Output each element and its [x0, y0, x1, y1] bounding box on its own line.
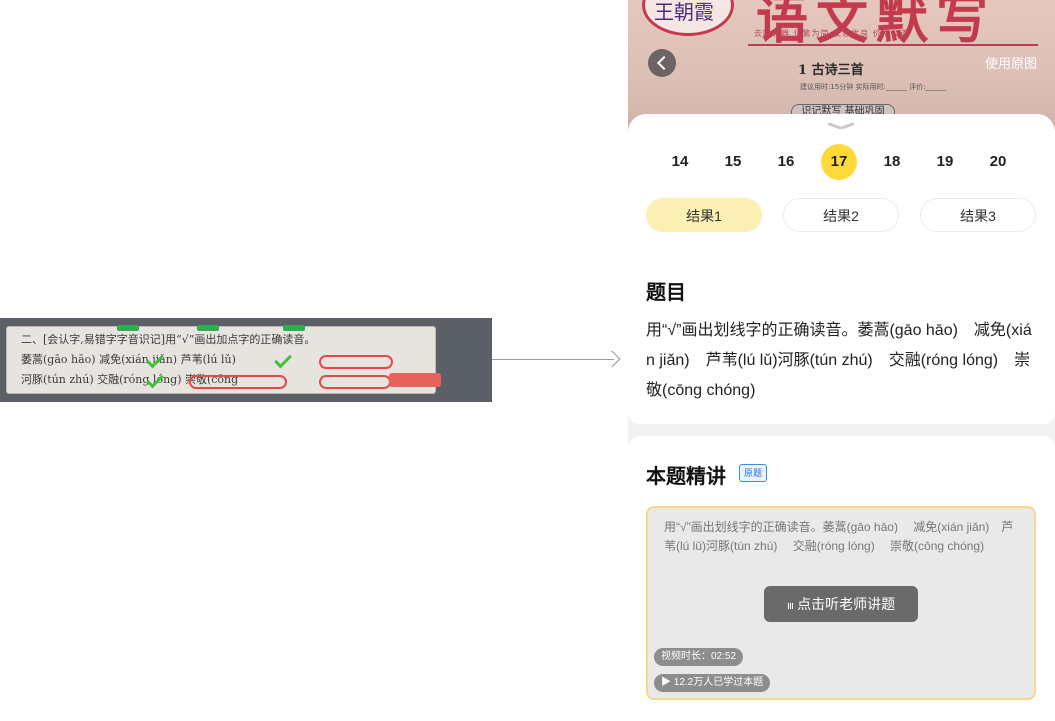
question-number-15[interactable]: 15 — [715, 144, 751, 180]
audio-bars-icon: ııı — [786, 600, 794, 612]
explanation-title: 本题精讲 — [646, 466, 726, 488]
arrow-right-icon — [603, 350, 621, 368]
question-number-16[interactable]: 16 — [768, 144, 804, 180]
video-duration-badge: 视频时长：02:52 — [654, 648, 744, 666]
question-number-strip: 14 15 16 17 18 19 20 — [642, 144, 1042, 182]
connector-line — [492, 359, 614, 360]
red-circle-mark — [189, 375, 287, 389]
listen-teacher-button[interactable]: ııı 点击听老师讲题 — [764, 586, 918, 622]
bottom-sheet: 14 15 16 17 18 19 20 结果1 结果2 结果3 — [628, 114, 1055, 254]
result-tab-2[interactable]: 结果2 — [783, 198, 899, 232]
result-tabs: 结果1 结果2 结果3 — [646, 198, 1038, 234]
book-slogan: 去除利器 化繁为简 反思优良 价格公道 — [754, 29, 909, 38]
worksheet-heading: 二、[会认字,易错字字音识记]用“√”画出加点字的正确读音。 — [21, 333, 316, 346]
question-number-20[interactable]: 20 — [980, 144, 1016, 180]
lesson-meta: 建议用时:15分钟 实际用时:______ 评价:______ — [800, 83, 947, 91]
result-tab-1[interactable]: 结果1 — [646, 198, 762, 232]
watermark-stamp — [389, 373, 441, 387]
worksheet-row-1: 萎蒿(gāo hāo) 减免(xián jiǎn) 芦苇(lú lǔ) — [21, 353, 236, 366]
question-title: 题目 — [646, 282, 686, 304]
red-circle-mark — [319, 375, 391, 389]
use-original-button[interactable]: 使用原图 — [985, 53, 1037, 72]
video-preview-text: 用“√”画出划线字的正确读音。萎蒿(gāo hāo) 减免(xián jiǎn)… — [664, 520, 1014, 553]
question-number-19[interactable]: 19 — [927, 144, 963, 180]
listen-teacher-label: 点击听老师讲题 — [797, 596, 896, 612]
title-rule — [748, 44, 1038, 46]
back-button[interactable] — [648, 49, 676, 77]
question-number-14[interactable]: 14 — [662, 144, 698, 180]
question-card: 题目 用“√”画出划线字的正确读音。萎蒿(gāo hāo) 减免(xián ji… — [628, 254, 1055, 424]
question-number-18[interactable]: 18 — [874, 144, 910, 180]
brand-logo-text: 王朝霞 — [654, 0, 714, 24]
lesson-title: 1 古诗三首 — [798, 63, 864, 78]
learner-count-badge: ▶ 12.2万人已学过本题 — [654, 674, 771, 692]
chevron-down-icon[interactable] — [828, 122, 854, 132]
result-tab-3[interactable]: 结果3 — [920, 198, 1036, 232]
screen: 二、[会认字,易错字字音识记]用“√”画出加点字的正确读音。 萎蒿(gāo hā… — [0, 0, 1055, 721]
red-circle-mark — [319, 355, 393, 369]
video-player[interactable]: 用“√”画出划线字的正确读音。萎蒿(gāo hāo) 减免(xián jiǎn)… — [646, 506, 1036, 700]
check-mark-icon — [274, 350, 292, 369]
question-number-17[interactable]: 17 — [821, 144, 857, 180]
worksheet-crop-image: 二、[会认字,易错字字音识记]用“√”画出加点字的正确读音。 萎蒿(gāo hā… — [0, 318, 492, 402]
explanation-card: 本题精讲 原题 用“√”画出划线字的正确读音。萎蒿(gāo hāo) 减免(xi… — [628, 436, 1055, 721]
worksheet-paper: 二、[会认字,易错字字音识记]用“√”画出加点字的正确读音。 萎蒿(gāo hā… — [6, 325, 441, 394]
original-question-badge: 原题 — [739, 464, 768, 482]
phone-screen: 王朝霞 语文默写 去除利器 化繁为简 反思优良 价格公道 1 古诗三首 建议用时… — [628, 0, 1055, 721]
question-text: 用“√”画出划线字的正确读音。萎蒿(gāo hāo) 减免(xián jiǎn)… — [646, 322, 1032, 399]
